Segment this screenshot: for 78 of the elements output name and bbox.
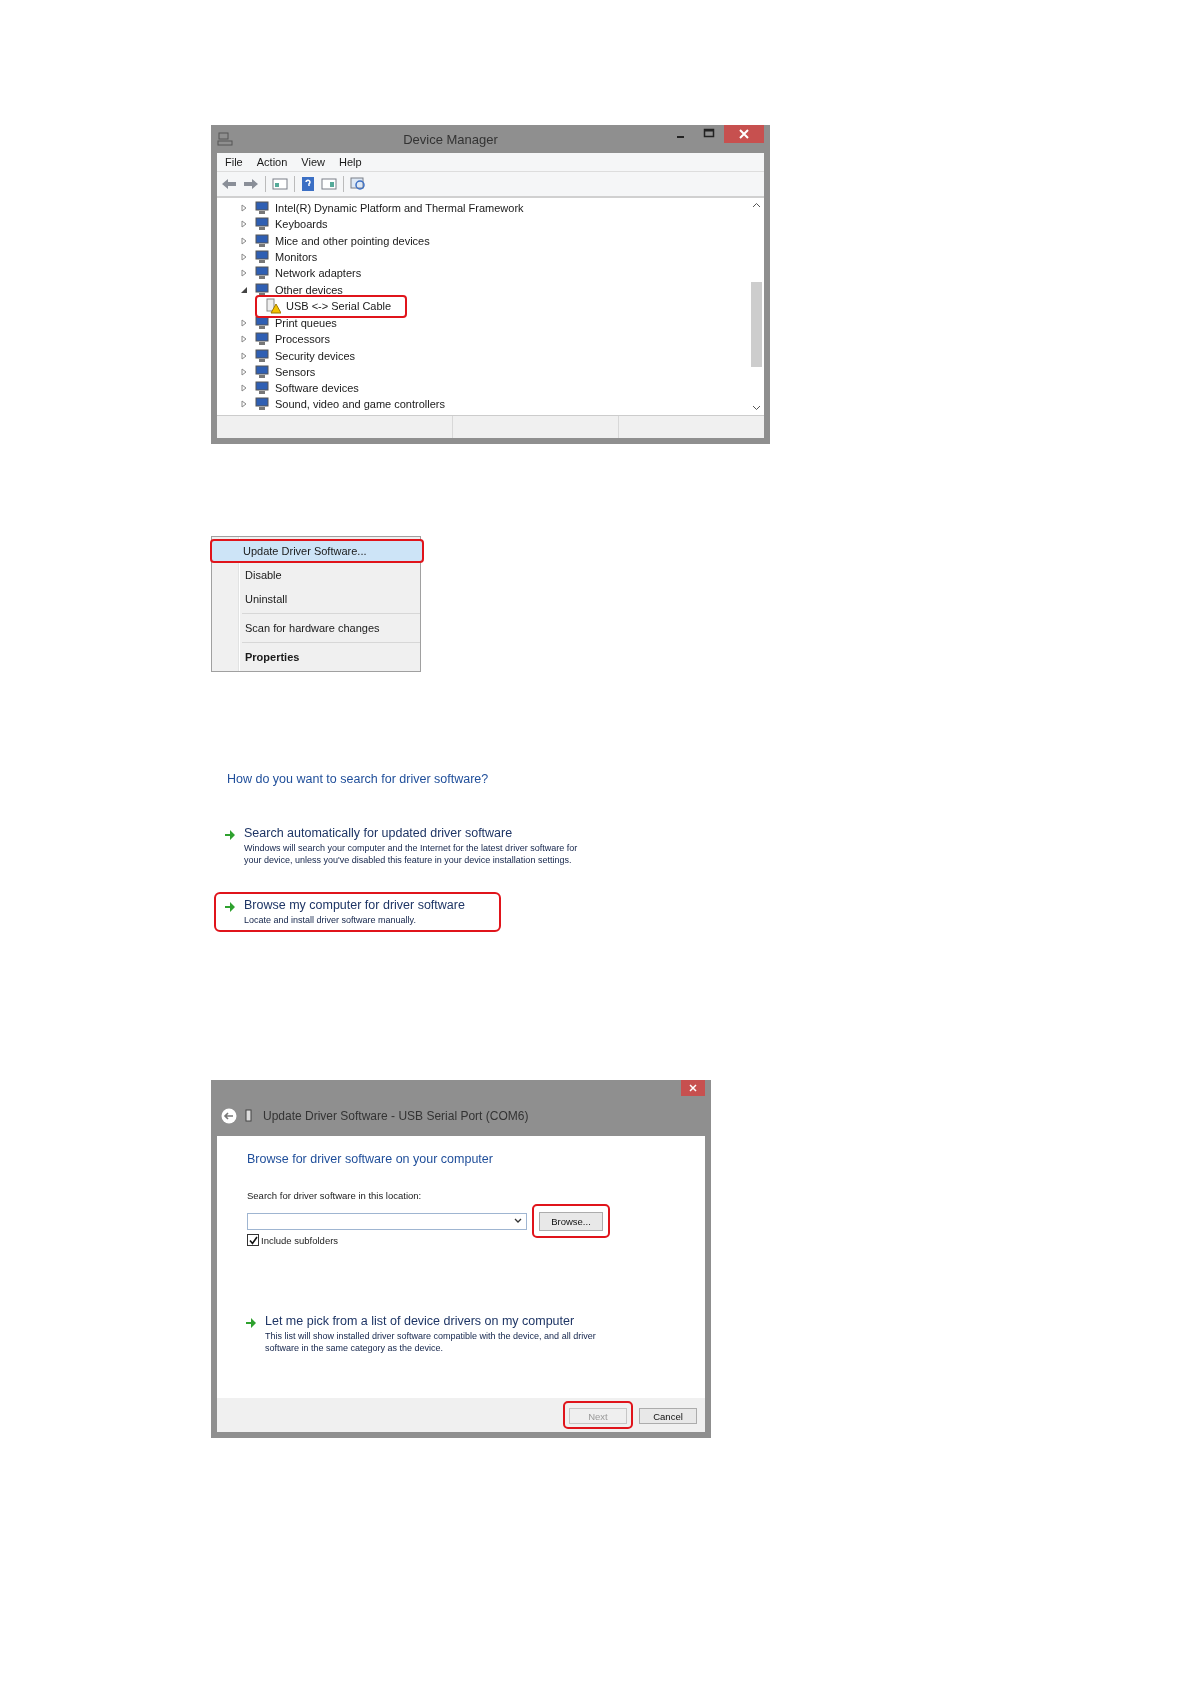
device-icon: [254, 266, 270, 281]
dialog-button[interactable]: Cancel: [639, 1408, 697, 1425]
device-icon: [254, 217, 270, 232]
back-icon[interactable]: [221, 1108, 237, 1124]
device-icon: [254, 397, 270, 412]
expand-arrow-icon[interactable]: [241, 335, 248, 344]
option-description: This list will show installed driver software compatible with the device, and all driver software in the same category as the device.: [265, 1330, 597, 1354]
heading: How do you want to search for driver software?: [227, 772, 490, 786]
expand-arrow-icon[interactable]: [241, 253, 248, 262]
back-arrow-icon[interactable]: [221, 177, 237, 191]
menu-item[interactable]: Uninstall: [212, 587, 420, 611]
option-description: Locate and install driver software manually.: [244, 914, 417, 926]
scroll-up-icon[interactable]: [752, 202, 761, 208]
device-icon: [254, 201, 270, 216]
tree-item[interactable]: Sound, video and game controllers: [275, 398, 445, 411]
device-icon: [254, 250, 270, 265]
tree-item[interactable]: Network adapters: [275, 267, 362, 280]
menu-item[interactable]: Update Driver Software...: [210, 539, 424, 563]
menu-item[interactable]: Help: [338, 156, 362, 168]
expand-arrow-icon[interactable]: [241, 351, 248, 360]
field-label: Search for driver software in this location:: [247, 1190, 423, 1201]
close-icon[interactable]: [724, 125, 764, 143]
collapse-arrow-icon[interactable]: [241, 285, 248, 294]
heading: Browse for driver software on your computer: [247, 1152, 494, 1166]
expand-arrow-icon[interactable]: [241, 269, 248, 278]
option-link[interactable]: Search automatically for updated driver software: [244, 826, 579, 840]
expand-arrow-icon[interactable]: [241, 236, 248, 245]
option-description: Windows will search your computer and the Internet for the latest driver software for your device, unless you've disabled this feature in your device installation settings.: [244, 842, 579, 866]
device-icon: [254, 315, 270, 330]
expand-arrow-icon[interactable]: [241, 204, 248, 213]
forward-arrow-icon[interactable]: [243, 177, 259, 191]
tree-item[interactable]: Other devices: [275, 283, 343, 296]
computer-icon: [217, 131, 233, 147]
device-icon: [254, 348, 270, 363]
close-icon[interactable]: [681, 1080, 705, 1096]
tree-item[interactable]: Processors: [275, 333, 331, 346]
window-title: Device Manager: [402, 131, 499, 147]
tree-item[interactable]: Sensors: [275, 365, 316, 378]
device-icon: [245, 1109, 253, 1123]
tree-item[interactable]: Mice and other pointing devices: [275, 234, 430, 247]
tree-item[interactable]: Intel(R) Dynamic Platform and Thermal Framework: [275, 202, 524, 215]
tree-item[interactable]: Software devices: [275, 382, 359, 395]
dialog-title: Update Driver Software - USB Serial Port (COM6): [263, 1109, 529, 1123]
expand-arrow-icon[interactable]: [241, 220, 248, 229]
tree-item[interactable]: Security devices: [275, 349, 356, 362]
scan-icon[interactable]: [350, 176, 366, 192]
expand-arrow-icon[interactable]: [241, 400, 248, 409]
checkbox-label[interactable]: Include subfolders: [261, 1234, 339, 1246]
arrow-icon: [245, 1317, 257, 1329]
location-field[interactable]: [247, 1212, 527, 1230]
menu-item[interactable]: Action: [256, 156, 288, 168]
tree-item[interactable]: Keyboards: [275, 218, 328, 231]
expand-arrow-icon[interactable]: [241, 367, 248, 376]
window-icon[interactable]: [321, 177, 337, 191]
option-link[interactable]: Let me pick from a list of device drivers on my computer: [265, 1314, 600, 1328]
device-icon: [254, 332, 270, 347]
device-icon: [254, 364, 270, 379]
device-icon: [254, 233, 270, 248]
caret-icon[interactable]: [514, 1218, 522, 1224]
tree-item[interactable]: Monitors: [275, 251, 318, 264]
tree-item[interactable]: Print queues: [275, 316, 337, 329]
help-icon[interactable]: [301, 176, 315, 192]
arrow-icon: [224, 829, 236, 841]
menu-item[interactable]: Properties: [212, 645, 420, 669]
browse-button[interactable]: Browse...: [539, 1212, 603, 1231]
properties-icon[interactable]: [272, 177, 288, 191]
menu-item[interactable]: Scan for hardware changes: [212, 616, 420, 640]
scroll-down-icon[interactable]: [752, 405, 761, 411]
device-icon: [254, 381, 270, 396]
device-icon: [254, 282, 270, 297]
option-link[interactable]: Browse my computer for driver software: [244, 898, 465, 912]
menu-item[interactable]: View: [301, 156, 325, 168]
menu-item[interactable]: File: [225, 156, 243, 168]
expand-arrow-icon[interactable]: [241, 384, 248, 393]
menu-item[interactable]: Disable: [212, 563, 420, 587]
expand-arrow-icon[interactable]: [241, 318, 248, 327]
arrow-icon: [224, 901, 236, 913]
checkbox[interactable]: [247, 1234, 259, 1246]
